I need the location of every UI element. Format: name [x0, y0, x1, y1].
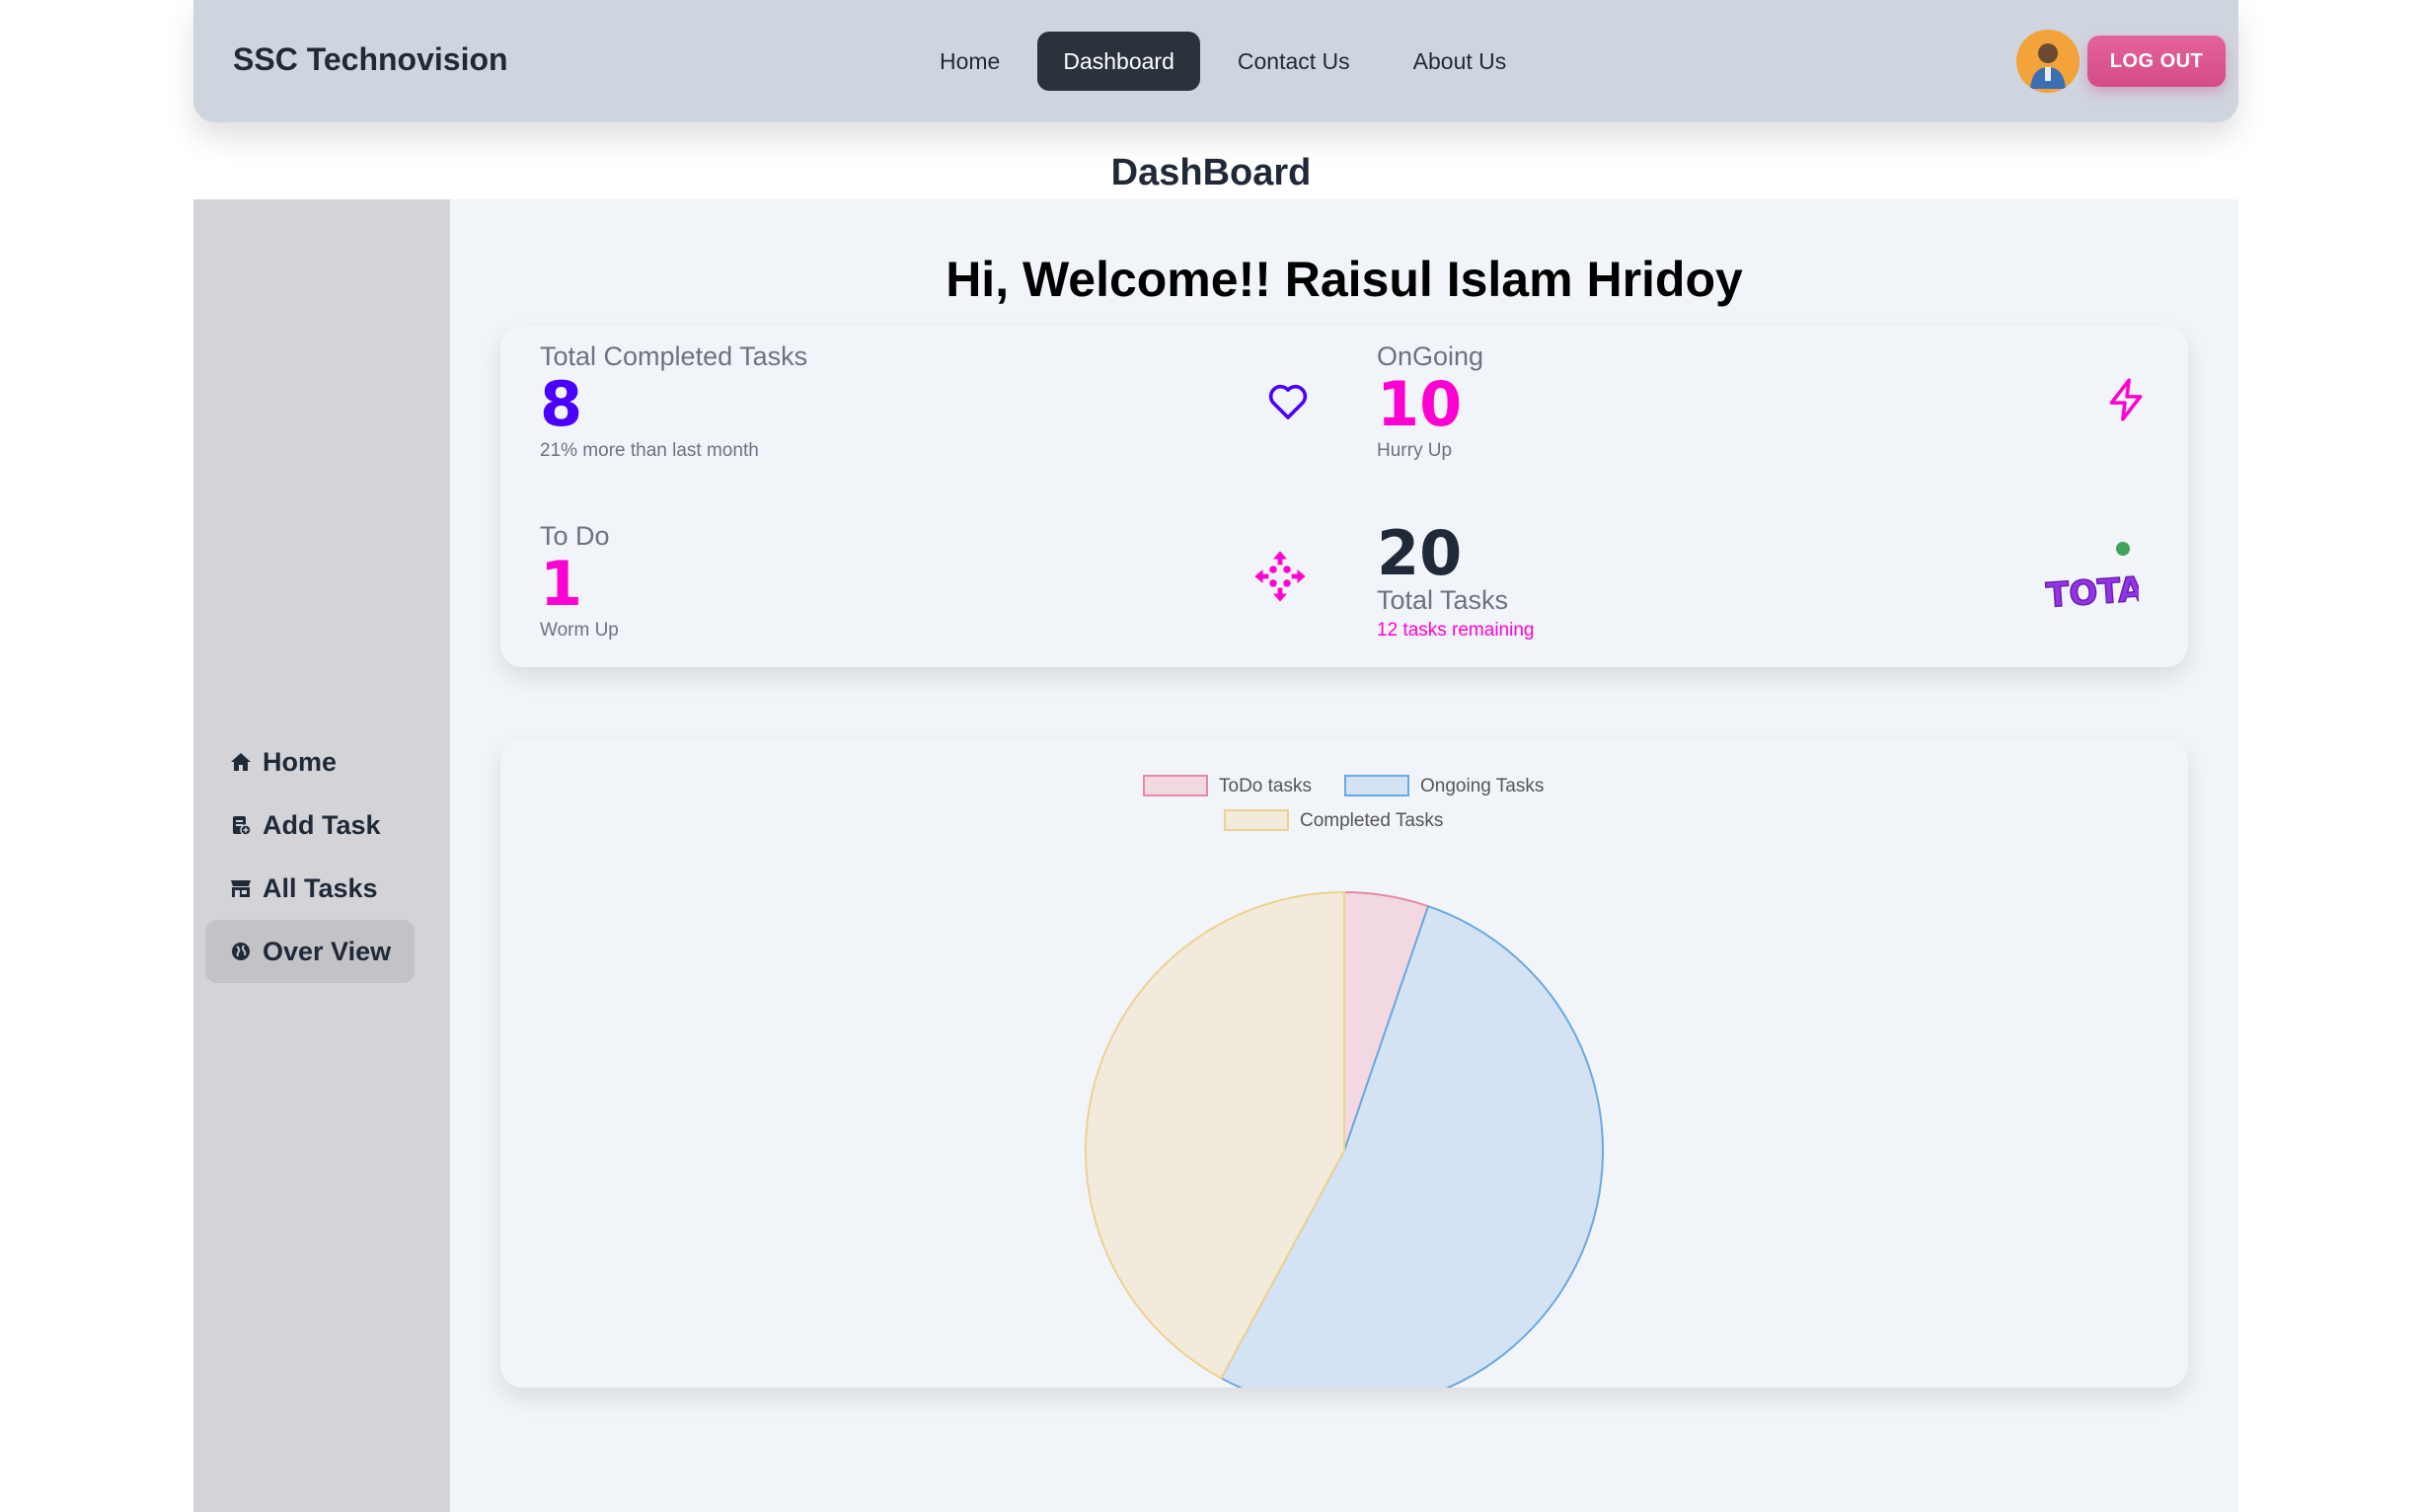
stat-desc: 12 tasks remaining	[1377, 620, 1535, 642]
move-arrows-icon	[1254, 551, 1306, 602]
legend-swatch[interactable]	[1143, 775, 1208, 796]
pie-chart: ToDo tasks Ongoing Tasks Completed Tasks	[1085, 775, 1604, 1388]
stat-ongoing: OnGoing 10 Hurry Up	[1377, 341, 1483, 462]
sidebar-item-home[interactable]: Home	[205, 730, 415, 794]
add-task-icon	[233, 816, 252, 836]
stat-desc: Hurry Up	[1377, 440, 1453, 462]
brand-name[interactable]: SSC Technovision	[233, 41, 508, 78]
legend-swatch[interactable]	[1344, 775, 1409, 796]
nav-about-us[interactable]: About Us	[1388, 32, 1533, 91]
globe-icon	[232, 943, 250, 960]
sidebar-item-all-tasks[interactable]: All Tasks	[205, 857, 415, 920]
stat-title: Total Tasks	[1377, 585, 1509, 616]
sidebar-item-label: Over View	[263, 936, 392, 966]
heart-icon	[1268, 384, 1308, 419]
sidebar-item-label: All Tasks	[263, 872, 378, 903]
avatar[interactable]	[2016, 30, 2080, 93]
sidebar-item-over-view[interactable]: Over View	[205, 920, 415, 983]
sidebar-item-add-task[interactable]: Add Task	[205, 794, 415, 857]
stat-todo: To Do 1 Worm Up	[540, 521, 619, 642]
total-badge-text: TOTAL	[2045, 568, 2139, 614]
nav-home[interactable]: Home	[914, 32, 1025, 91]
sidebar-item-label: Home	[263, 746, 338, 777]
stat-value: 1	[540, 548, 583, 620]
stat-completed: Total Completed Tasks 8 21% more than la…	[540, 341, 807, 462]
chart-card: ToDo tasks Ongoing Tasks Completed Tasks	[500, 738, 2188, 1388]
nav-links: Home Dashboard Contact Us About Us	[914, 32, 1532, 91]
navbar: SSC Technovision Home Dashboard Contact …	[193, 0, 2238, 122]
stats-card: Total Completed Tasks 8 21% more than la…	[500, 326, 2188, 667]
legend-label[interactable]: ToDo tasks	[1219, 776, 1312, 796]
store-icon	[231, 880, 251, 897]
stat-value: 20	[1377, 517, 1463, 589]
stat-total: 20 Total Tasks 12 tasks remaining	[1377, 521, 1534, 642]
nav-dashboard[interactable]: Dashboard	[1037, 32, 1200, 91]
legend-label[interactable]: Ongoing Tasks	[1420, 776, 1544, 796]
stat-value: 10	[1377, 368, 1463, 440]
lightning-icon	[2109, 378, 2143, 421]
main-content: Hi, Welcome!! Raisul Islam Hridoy Total …	[450, 199, 2238, 1512]
sidebar-item-label: Add Task	[263, 809, 381, 840]
page-title: DashBoard	[1110, 152, 1312, 193]
home-icon	[231, 753, 251, 771]
total-badge: TOTAL	[2040, 535, 2167, 617]
legend-label[interactable]: Completed Tasks	[1300, 810, 1443, 831]
nav-contact-us[interactable]: Contact Us	[1212, 32, 1376, 91]
stat-desc: 21% more than last month	[540, 440, 759, 462]
sidebar: Home Add Task All Tasks Over View	[193, 199, 450, 1512]
welcome-heading: Hi, Welcome!! Raisul Islam Hridoy	[946, 252, 1743, 307]
legend-swatch[interactable]	[1224, 809, 1289, 831]
stat-desc: Worm Up	[540, 620, 619, 642]
total-badge-icon: TOTAL	[2044, 542, 2167, 617]
logout-button[interactable]: LOG OUT	[2087, 36, 2226, 87]
stat-value: 8	[540, 368, 583, 440]
user-avatar-icon	[2016, 30, 2080, 93]
